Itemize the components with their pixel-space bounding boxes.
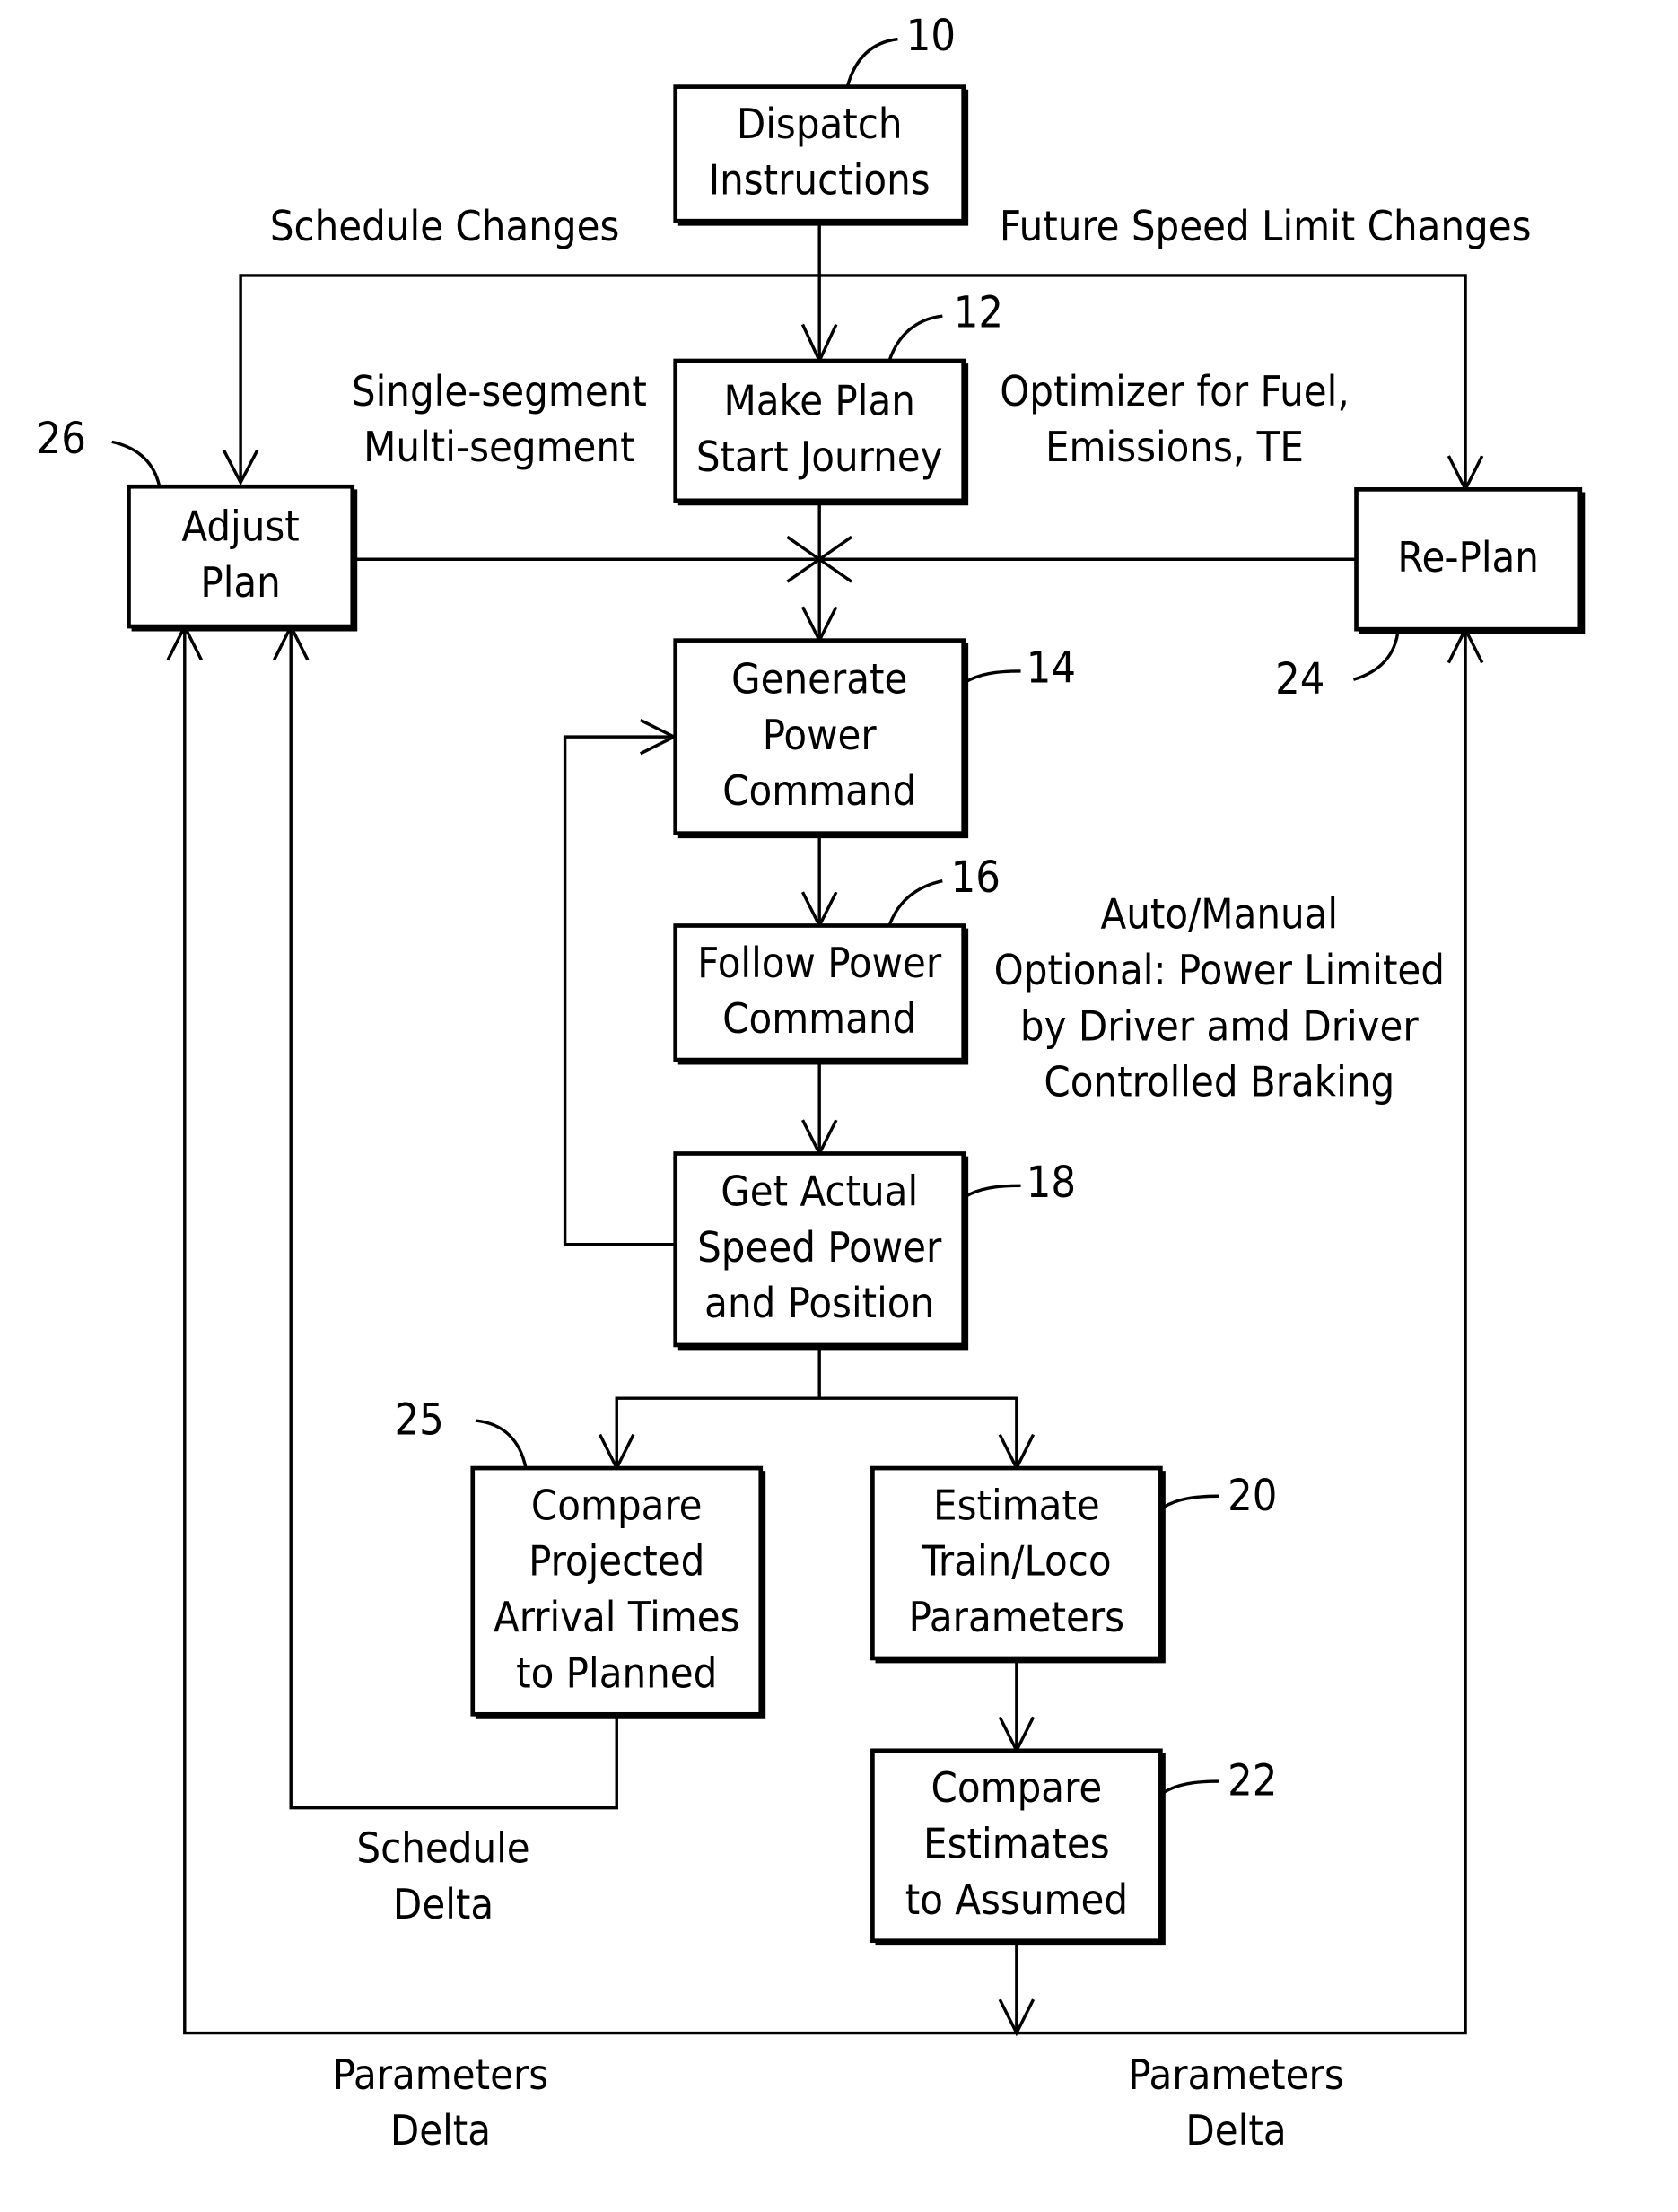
node-label-line: Command xyxy=(722,995,916,1044)
node-label-line: Generate xyxy=(731,656,907,704)
reference-number: 25 xyxy=(395,1395,444,1446)
leader-12 xyxy=(887,314,943,362)
leader-22 xyxy=(1162,1779,1219,1795)
node-label-line: Make Plan xyxy=(723,377,914,425)
label-params-delta-right: Parameters xyxy=(1128,2051,1343,2100)
reference-number: 10 xyxy=(906,11,956,61)
leader-14 xyxy=(964,669,1021,684)
reference-number: 18 xyxy=(1027,1158,1076,1208)
node-follow: Follow Power Command 16 xyxy=(673,852,1001,1065)
reference-number: 12 xyxy=(954,288,1003,338)
reference-number: 20 xyxy=(1228,1471,1277,1521)
node-label-line: Dispatch xyxy=(737,101,903,149)
reference-number: 24 xyxy=(1275,654,1324,704)
node-make-plan: Make Plan Start Journey 12 xyxy=(673,288,1003,506)
reference-number: 22 xyxy=(1228,1756,1277,1806)
label-optimizer: Emissions, TE xyxy=(1045,424,1304,472)
node-label-line: Projected xyxy=(529,1538,704,1587)
reference-number: 26 xyxy=(37,414,86,464)
edge-feedback-loop xyxy=(563,735,675,1246)
edge-split-bar xyxy=(615,1396,1018,1469)
node-label-line: Command xyxy=(722,767,916,816)
node-label-line: Start Journey xyxy=(696,433,943,482)
label-schedule-delta: Delta xyxy=(393,1881,494,1929)
node-label-line: Compare xyxy=(931,1764,1103,1813)
node-label-line: Instructions xyxy=(709,156,931,205)
node-label-line: Estimates xyxy=(923,1820,1110,1868)
leader-10 xyxy=(845,37,898,88)
node-replan: Re-Plan 24 xyxy=(1275,487,1586,704)
label-params-delta-left: Delta xyxy=(390,2107,491,2155)
node-label-line: Arrival Times xyxy=(494,1594,740,1642)
label-params-delta-left: Parameters xyxy=(333,2051,548,2100)
leader-16 xyxy=(887,879,943,927)
node-compare-est: Compare Estimates to Assumed 22 xyxy=(870,1748,1277,1946)
label-auto-manual: by Driver amd Driver xyxy=(1020,1002,1419,1051)
node-label-line: Re-Plan xyxy=(1397,534,1539,582)
leader-26 xyxy=(111,440,162,487)
node-dispatch: Dispatch Instructions 10 xyxy=(673,11,969,226)
reference-number: 14 xyxy=(1027,643,1076,693)
node-get-actual: Get Actual Speed Power and Position 18 xyxy=(673,1151,1076,1351)
label-segment: Single-segment xyxy=(352,368,647,416)
node-adjust: Adjust Plan 26 xyxy=(37,414,358,632)
node-label-line: Speed Power xyxy=(697,1224,942,1272)
node-label-line: Adjust xyxy=(181,503,299,552)
leader-18 xyxy=(964,1184,1021,1199)
label-future-speed: Future Speed Limit Changes xyxy=(1000,203,1532,251)
node-label-line: to Planned xyxy=(516,1649,717,1698)
node-compare-proj: Compare Projected Arrival Times to Planned 2… xyxy=(395,1395,766,1719)
node-label-line: to Assumed xyxy=(905,1876,1128,1925)
node-label-line: Parameters xyxy=(909,1594,1124,1642)
label-segment: Multi-segment xyxy=(363,424,634,472)
leader-25 xyxy=(475,1419,528,1469)
leader-20 xyxy=(1162,1494,1219,1509)
label-auto-manual: Auto/Manual xyxy=(1101,891,1339,940)
node-label-line: Compare xyxy=(531,1482,703,1530)
reference-number: 16 xyxy=(951,852,1001,903)
label-auto-manual: Optional: Power Limited xyxy=(994,947,1445,995)
node-label-line: Follow Power xyxy=(697,940,942,988)
node-label-line: Power xyxy=(763,712,878,760)
label-schedule-changes: Schedule Changes xyxy=(270,203,620,251)
node-label-line: Train/Loco xyxy=(921,1538,1111,1587)
leader-24 xyxy=(1352,628,1400,681)
node-label-line: and Position xyxy=(704,1280,934,1328)
node-label-line: Plan xyxy=(200,559,280,608)
label-auto-manual: Controlled Braking xyxy=(1044,1059,1394,1107)
label-params-delta-right: Delta xyxy=(1185,2107,1286,2155)
node-label-line: Get Actual xyxy=(721,1168,918,1217)
node-label-line: Estimate xyxy=(933,1482,1100,1530)
label-schedule-delta: Schedule xyxy=(356,1824,529,1873)
flowchart: Dispatch Instructions 10 Make Plan Start Jou… xyxy=(37,11,1586,2155)
label-optimizer: Optimizer for Fuel, xyxy=(1000,368,1349,416)
